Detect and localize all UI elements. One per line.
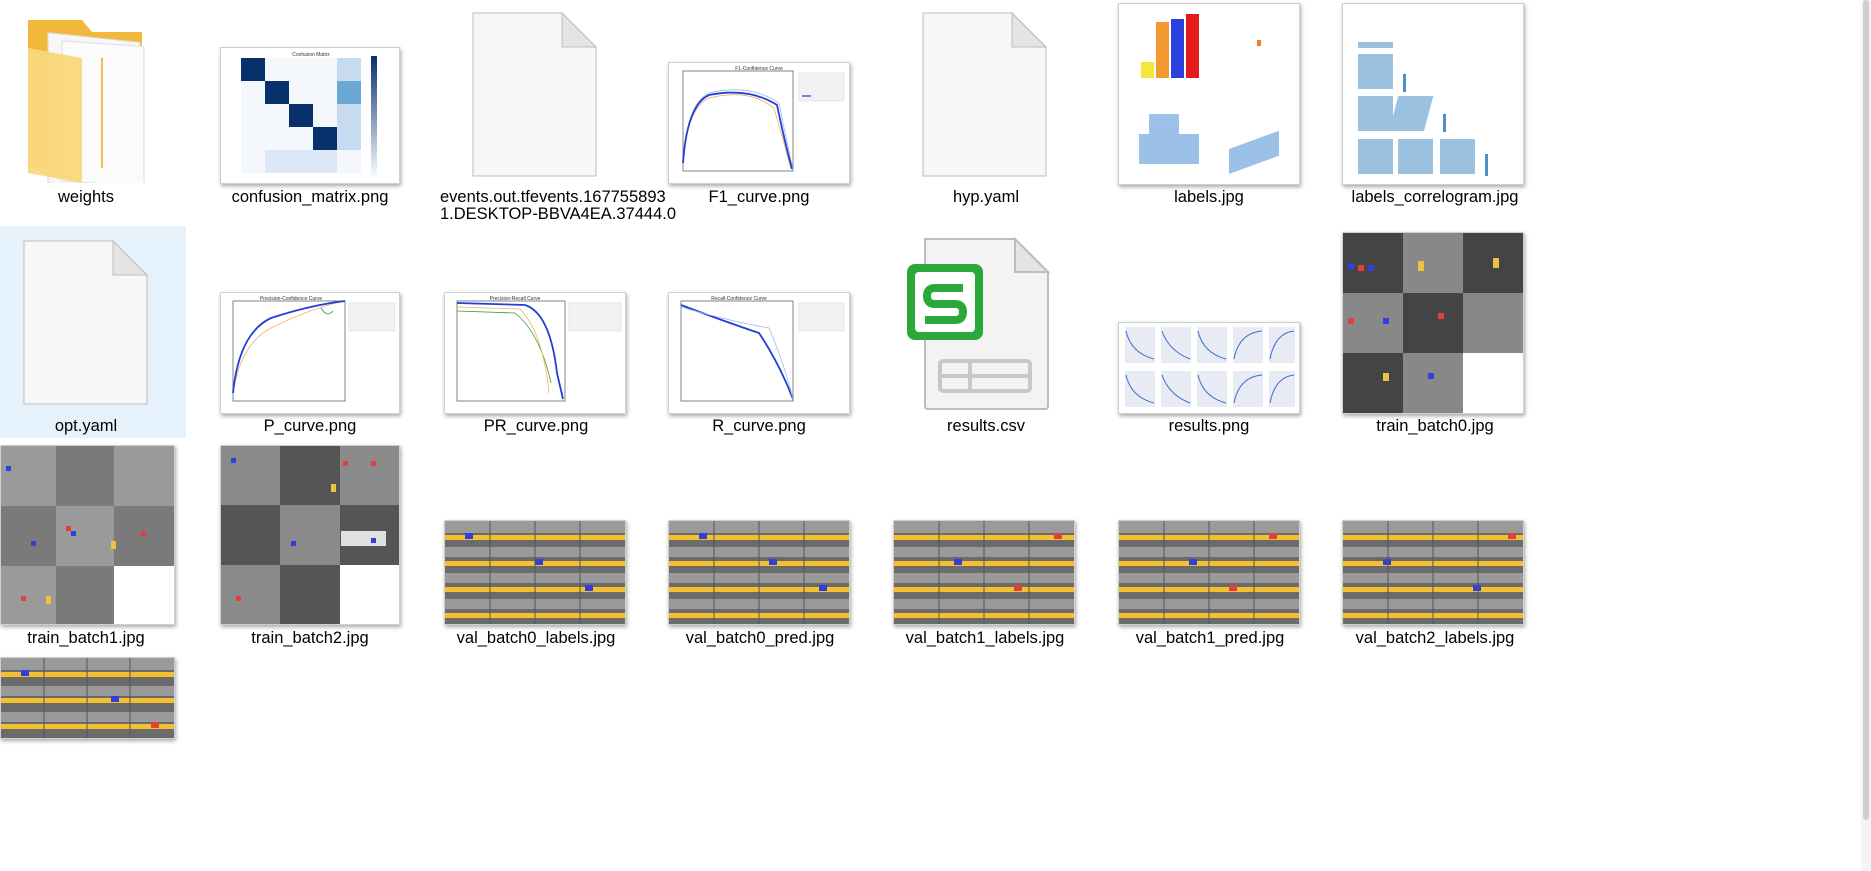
file-train-batch2[interactable]: train_batch2.jpg	[220, 440, 400, 654]
spreadsheet-icon	[905, 236, 1050, 411]
file-val-batch1-pred[interactable]: val_batch1_pred.jpg	[1118, 440, 1302, 654]
labels-thumbnail	[1118, 3, 1300, 185]
file-val-batch1-labels[interactable]: val_batch1_labels.jpg	[893, 440, 1077, 654]
folder-weights[interactable]: weights	[0, 0, 186, 220]
file-val-batch0-labels[interactable]: val_batch0_labels.jpg	[444, 440, 628, 654]
p-curve-thumbnail: Precision-Confidence Curve	[220, 292, 400, 414]
file-name: labels.jpg	[1174, 188, 1244, 206]
file-pr-curve[interactable]: Precision-Recall Curve PR_curve.png	[444, 226, 628, 438]
results-thumbnail	[1118, 322, 1300, 414]
file-labels-correlogram[interactable]: labels_correlogram.jpg	[1340, 0, 1530, 220]
file-events[interactable]: events.out.tfevents.167755893 1.DESKTOP-…	[440, 0, 677, 225]
file-opt-yaml[interactable]: opt.yaml	[0, 226, 186, 438]
file-name: val_batch0_labels.jpg	[456, 629, 616, 647]
file-train-batch1[interactable]: train_batch1.jpg	[0, 440, 186, 654]
file-results-csv[interactable]: results.csv	[893, 226, 1079, 438]
val-batch0-pred-thumbnail	[668, 520, 850, 625]
labels-correlogram-thumbnail	[1342, 3, 1524, 185]
file-labels[interactable]: labels.jpg	[1118, 0, 1300, 220]
val-batch-thumbnail-partial	[0, 657, 175, 739]
file-name: train_batch1.jpg	[27, 629, 145, 647]
blank-document-icon	[922, 12, 1047, 177]
file-name: PR_curve.png	[483, 417, 589, 435]
file-r-curve[interactable]: Recall-Confidence Curve R_curve.png	[668, 226, 850, 438]
file-name: val_batch1_labels.jpg	[905, 629, 1065, 647]
blank-document-icon	[23, 240, 148, 405]
file-name: F1_curve.png	[708, 188, 810, 206]
val-batch1-labels-thumbnail	[893, 520, 1075, 625]
file-name: labels_correlogram.jpg	[1351, 188, 1519, 206]
file-name-line2: 1.DESKTOP-BBVA4EA.37444.0	[440, 205, 677, 223]
scrollbar-thumb[interactable]	[1863, 0, 1869, 820]
file-name: results.csv	[947, 417, 1025, 435]
f1-curve-thumbnail: F1-Confidence Curve	[668, 62, 850, 184]
file-name: train_batch0.jpg	[1376, 417, 1494, 435]
file-confusion-matrix[interactable]: Confusion Matrix confusion_matrix.png	[220, 0, 400, 220]
vertical-scrollbar[interactable]	[1861, 0, 1871, 871]
file-name: P_curve.png	[263, 417, 357, 435]
confusion-matrix-thumbnail: Confusion Matrix	[220, 47, 400, 184]
file-results-png[interactable]: results.png	[1118, 226, 1300, 438]
file-name: R_curve.png	[712, 417, 806, 435]
r-curve-thumbnail: Recall-Confidence Curve	[668, 292, 850, 414]
file-name: val_batch1_pred.jpg	[1135, 629, 1285, 647]
file-val-batch0-pred[interactable]: val_batch0_pred.jpg	[668, 440, 852, 654]
file-name: val_batch2_labels.jpg	[1355, 629, 1515, 647]
train-batch2-thumbnail	[220, 445, 400, 625]
file-name: hyp.yaml	[952, 188, 1020, 206]
file-val-batch2-labels[interactable]: val_batch2_labels.jpg	[1340, 440, 1530, 654]
file-name: train_batch2.jpg	[251, 629, 369, 647]
val-batch2-labels-thumbnail	[1342, 520, 1524, 625]
train-batch1-thumbnail	[0, 445, 175, 625]
file-train-batch0[interactable]: train_batch0.jpg	[1340, 226, 1530, 438]
folder-icon	[22, 18, 152, 183]
file-p-curve[interactable]: Precision-Confidence Curve P_curve.png	[220, 226, 400, 438]
file-name: weights	[58, 188, 114, 206]
pr-curve-thumbnail: Precision-Recall Curve	[444, 292, 626, 414]
val-batch0-labels-thumbnail	[444, 520, 626, 625]
file-name: results.png	[1168, 417, 1250, 435]
file-val-batch2-pred-partial[interactable]	[0, 654, 186, 871]
confusion-title: Confusion Matrix	[292, 52, 330, 58]
blank-document-icon	[472, 12, 597, 177]
file-name: val_batch0_pred.jpg	[685, 629, 835, 647]
file-f1-curve[interactable]: F1-Confidence Curve F1_curve.png	[668, 0, 850, 220]
train-batch0-thumbnail	[1342, 232, 1524, 414]
val-batch1-pred-thumbnail	[1118, 520, 1300, 625]
file-name: confusion_matrix.png	[231, 188, 389, 206]
file-name: opt.yaml	[54, 417, 118, 435]
file-hyp-yaml[interactable]: hyp.yaml	[893, 0, 1079, 220]
